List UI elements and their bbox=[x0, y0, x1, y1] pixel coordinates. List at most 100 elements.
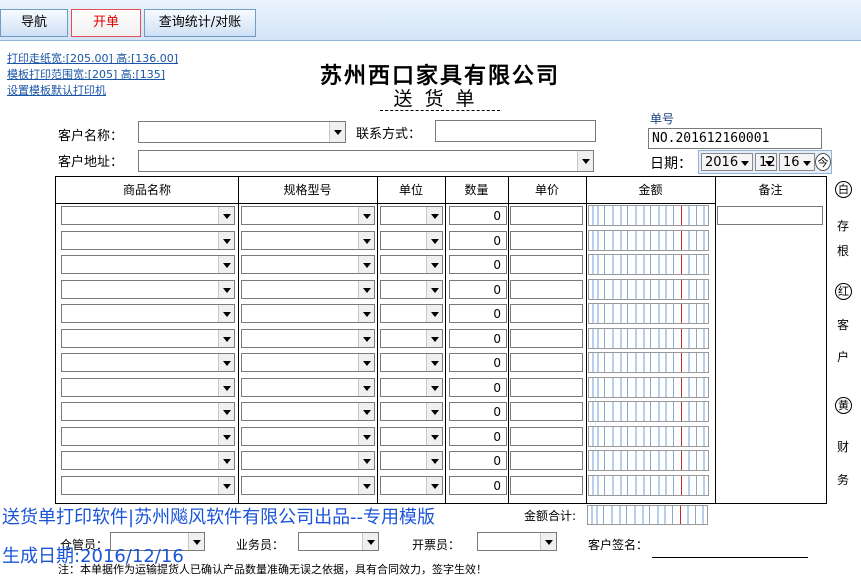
chevron-down-icon[interactable] bbox=[358, 477, 374, 494]
paper-size-link[interactable]: 打印走纸宽:[205.00] 高:[136.00] bbox=[7, 51, 178, 67]
product-name-select[interactable] bbox=[61, 280, 235, 299]
unit-price-input[interactable] bbox=[510, 304, 583, 323]
chevron-down-icon[interactable] bbox=[358, 379, 374, 396]
chevron-down-icon[interactable] bbox=[426, 330, 442, 347]
spec-select[interactable] bbox=[241, 304, 375, 323]
unit-select[interactable] bbox=[380, 451, 443, 470]
product-name-select[interactable] bbox=[61, 206, 235, 225]
chevron-down-icon[interactable] bbox=[218, 232, 234, 249]
quantity-input[interactable]: 0 bbox=[449, 476, 507, 495]
template-range-link[interactable]: 模板打印范围宽:[205] 高:[135] bbox=[7, 67, 178, 83]
spec-select[interactable] bbox=[241, 206, 375, 225]
spec-select[interactable] bbox=[241, 329, 375, 348]
chevron-down-icon[interactable] bbox=[426, 256, 442, 273]
chevron-down-icon[interactable] bbox=[358, 428, 374, 445]
tab-query-reconcile[interactable]: 查询统计/对账 bbox=[144, 9, 256, 37]
unit-select[interactable] bbox=[380, 255, 443, 274]
quantity-input[interactable]: 0 bbox=[449, 402, 507, 421]
chevron-down-icon[interactable] bbox=[358, 354, 374, 371]
chevron-down-icon[interactable] bbox=[329, 122, 345, 142]
doc-number-field[interactable]: NO.201612160001 bbox=[648, 128, 822, 149]
chevron-down-icon[interactable] bbox=[218, 428, 234, 445]
unit-price-input[interactable] bbox=[510, 476, 583, 495]
unit-price-input[interactable] bbox=[510, 451, 583, 470]
quantity-input[interactable]: 0 bbox=[449, 280, 507, 299]
unit-price-input[interactable] bbox=[510, 402, 583, 421]
chevron-down-icon[interactable] bbox=[358, 232, 374, 249]
unit-price-input[interactable] bbox=[510, 329, 583, 348]
chevron-down-icon[interactable] bbox=[358, 281, 374, 298]
quantity-input[interactable]: 0 bbox=[449, 206, 507, 225]
spec-select[interactable] bbox=[241, 280, 375, 299]
chevron-down-icon[interactable] bbox=[426, 354, 442, 371]
quantity-input[interactable]: 0 bbox=[449, 378, 507, 397]
chevron-down-icon[interactable] bbox=[426, 281, 442, 298]
unit-select[interactable] bbox=[380, 231, 443, 250]
chevron-down-icon[interactable] bbox=[540, 533, 556, 550]
invoicer-select[interactable] bbox=[477, 532, 557, 551]
salesman-select[interactable] bbox=[298, 532, 379, 551]
chevron-down-icon[interactable] bbox=[218, 477, 234, 494]
chevron-down-icon[interactable] bbox=[188, 533, 204, 550]
chevron-down-icon[interactable] bbox=[218, 354, 234, 371]
product-name-select[interactable] bbox=[61, 476, 235, 495]
chevron-down-icon[interactable] bbox=[358, 256, 374, 273]
customer-name-select[interactable] bbox=[138, 121, 346, 143]
spec-select[interactable] bbox=[241, 255, 375, 274]
spec-select[interactable] bbox=[241, 378, 375, 397]
spec-select[interactable] bbox=[241, 402, 375, 421]
contact-input[interactable] bbox=[435, 120, 596, 142]
spec-select[interactable] bbox=[241, 451, 375, 470]
quantity-input[interactable]: 0 bbox=[449, 451, 507, 470]
chevron-down-icon[interactable] bbox=[218, 281, 234, 298]
date-picker[interactable]: 2016 12 16 今 bbox=[698, 150, 832, 174]
tab-create-order[interactable]: 开单 bbox=[71, 9, 141, 37]
default-printer-link[interactable]: 设置模板默认打印机 bbox=[7, 83, 178, 99]
unit-select[interactable] bbox=[380, 427, 443, 446]
chevron-down-icon[interactable] bbox=[426, 207, 442, 224]
product-name-select[interactable] bbox=[61, 427, 235, 446]
spec-select[interactable] bbox=[241, 353, 375, 372]
unit-price-input[interactable] bbox=[510, 378, 583, 397]
chevron-down-icon[interactable] bbox=[218, 256, 234, 273]
unit-select[interactable] bbox=[380, 280, 443, 299]
today-button[interactable]: 今 bbox=[815, 153, 831, 171]
product-name-select[interactable] bbox=[61, 353, 235, 372]
chevron-down-icon[interactable] bbox=[426, 379, 442, 396]
product-name-select[interactable] bbox=[61, 378, 235, 397]
unit-price-input[interactable] bbox=[510, 427, 583, 446]
chevron-down-icon[interactable] bbox=[426, 428, 442, 445]
unit-select[interactable] bbox=[380, 206, 443, 225]
unit-select[interactable] bbox=[380, 353, 443, 372]
chevron-down-icon[interactable] bbox=[577, 151, 593, 171]
unit-select[interactable] bbox=[380, 378, 443, 397]
remark-input[interactable] bbox=[717, 206, 823, 225]
chevron-down-icon[interactable] bbox=[358, 452, 374, 469]
unit-select[interactable] bbox=[380, 304, 443, 323]
chevron-down-icon[interactable] bbox=[218, 403, 234, 420]
chevron-down-icon[interactable] bbox=[218, 379, 234, 396]
product-name-select[interactable] bbox=[61, 304, 235, 323]
chevron-down-icon[interactable] bbox=[218, 207, 234, 224]
chevron-down-icon[interactable] bbox=[426, 452, 442, 469]
quantity-input[interactable]: 0 bbox=[449, 329, 507, 348]
product-name-select[interactable] bbox=[61, 451, 235, 470]
product-name-select[interactable] bbox=[61, 329, 235, 348]
spec-select[interactable] bbox=[241, 427, 375, 446]
chevron-down-icon[interactable] bbox=[426, 403, 442, 420]
product-name-select[interactable] bbox=[61, 255, 235, 274]
product-name-select[interactable] bbox=[61, 231, 235, 250]
unit-select[interactable] bbox=[380, 402, 443, 421]
chevron-down-icon[interactable] bbox=[426, 232, 442, 249]
unit-select[interactable] bbox=[380, 329, 443, 348]
chevron-down-icon[interactable] bbox=[426, 305, 442, 322]
year-select[interactable]: 2016 bbox=[701, 153, 753, 171]
chevron-down-icon[interactable] bbox=[358, 330, 374, 347]
unit-select[interactable] bbox=[380, 476, 443, 495]
quantity-input[interactable]: 0 bbox=[449, 231, 507, 250]
chevron-down-icon[interactable] bbox=[362, 533, 378, 550]
month-select[interactable]: 12 bbox=[755, 153, 777, 171]
unit-price-input[interactable] bbox=[510, 206, 583, 225]
chevron-down-icon[interactable] bbox=[218, 330, 234, 347]
spec-select[interactable] bbox=[241, 231, 375, 250]
